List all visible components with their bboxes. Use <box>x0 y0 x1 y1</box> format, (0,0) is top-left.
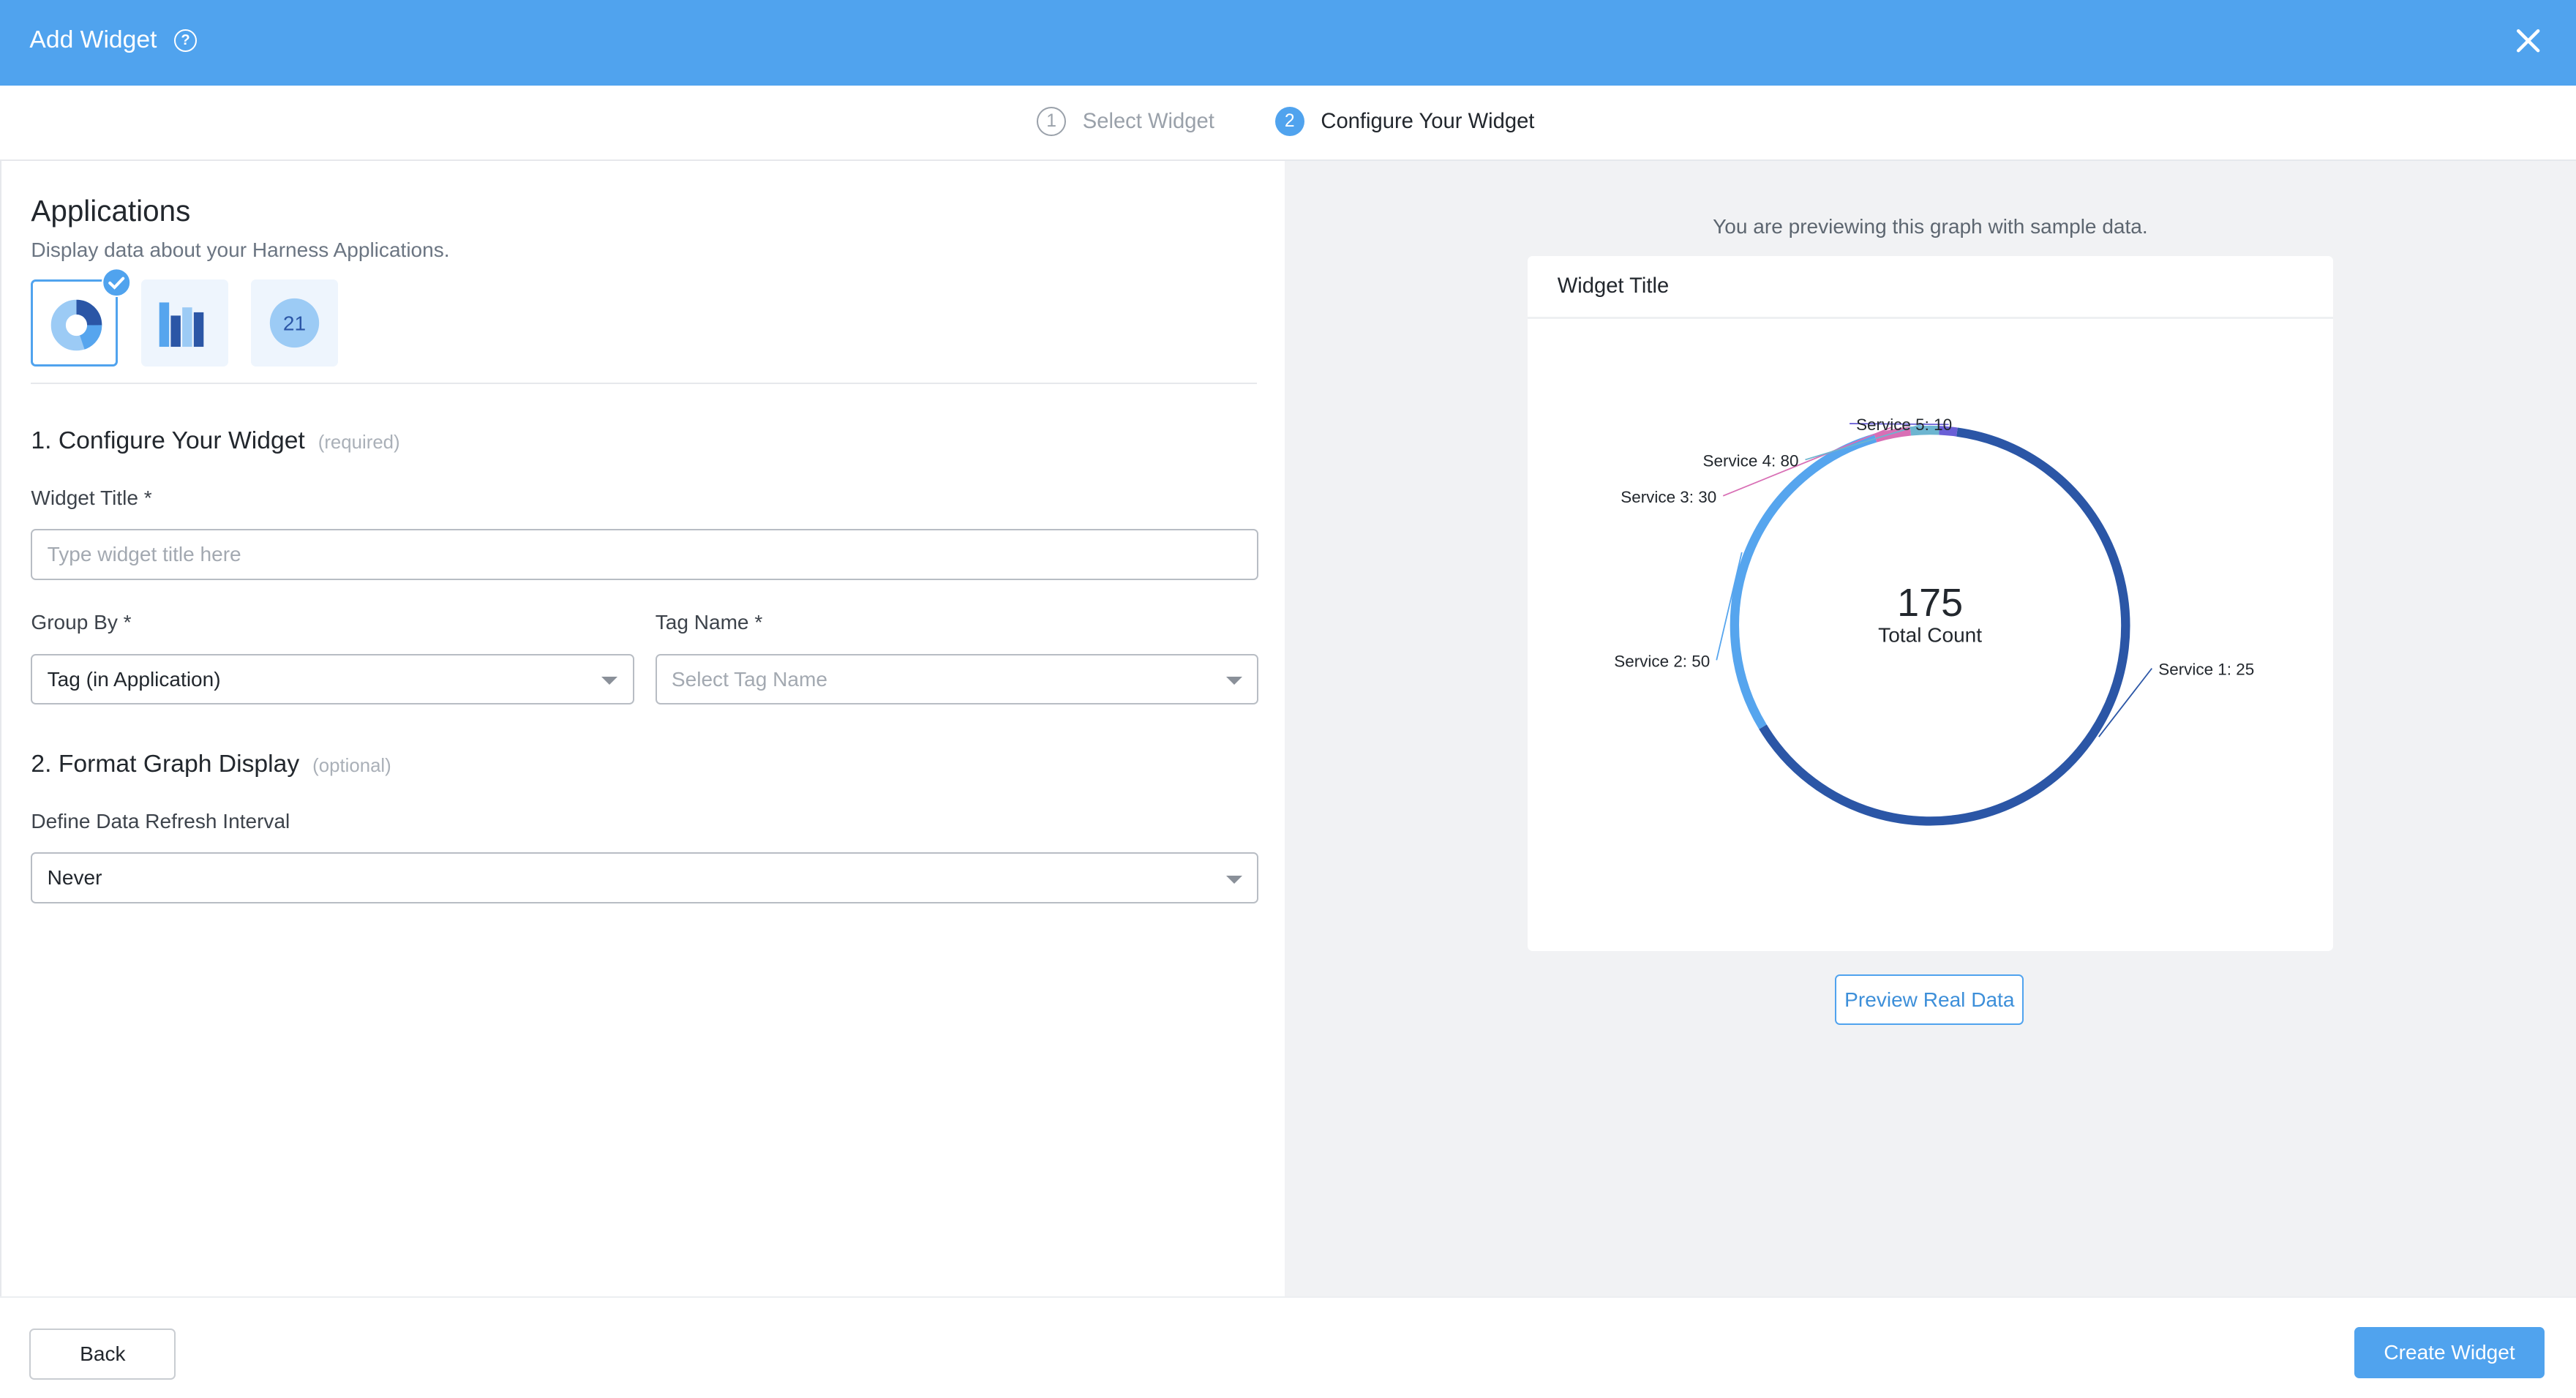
widget-title-label: Widget Title * <box>31 486 152 509</box>
back-button[interactable]: Back <box>29 1329 176 1380</box>
widget-preview-card: Widget Title Service 1: 25 Service 2: 50 S… <box>1528 256 2333 952</box>
slice-label: Service 1: 25 <box>2159 661 2255 679</box>
configure-heading: 1. Configure Your Widget (required) <box>31 426 400 454</box>
slice-label: Service 3: 30 <box>1621 488 1717 506</box>
donut-slice[interactable] <box>1730 434 1877 730</box>
create-widget-button[interactable]: Create Widget <box>2354 1327 2545 1378</box>
help-icon[interactable]: ? <box>174 29 197 53</box>
wizard-stepper: 1 Select Widget 2 Configure Your Widget <box>0 85 2576 161</box>
total-count-label: Total Count <box>1878 624 1982 647</box>
preview-real-data-button[interactable]: Preview Real Data <box>1835 974 2024 1026</box>
visualization-bar-option[interactable] <box>140 279 228 367</box>
section-description: Display data about your Harness Applicat… <box>31 238 450 261</box>
group-by-select[interactable]: Tag (in Application) <box>31 653 634 705</box>
tag-name-label: Tag Name * <box>655 611 763 634</box>
step-select-widget[interactable]: 1 Select Widget <box>1036 106 1214 137</box>
format-heading: 2. Format Graph Display (optional) <box>31 751 391 778</box>
bar-chart-icon <box>159 302 204 347</box>
required-hint: (required) <box>318 432 400 453</box>
close-icon[interactable] <box>2510 23 2546 59</box>
slice-label: Service 4: 80 <box>1703 452 1799 470</box>
refresh-interval-label: Define Data Refresh Interval <box>31 810 290 833</box>
step-label: Select Widget <box>1082 109 1214 133</box>
group-by-label: Group By * <box>31 611 132 634</box>
tag-name-select[interactable]: Select Tag Name <box>655 653 1258 705</box>
widget-title-input[interactable]: Type widget title here <box>31 529 1258 580</box>
step-label: Configure Your Widget <box>1321 109 1535 133</box>
chevron-down-icon <box>601 676 618 685</box>
divider <box>31 383 1257 385</box>
single-value-icon: 21 <box>270 298 320 347</box>
donut-chart: Service 1: 25 Service 2: 50 Service 3: 30 S… <box>1615 416 2255 826</box>
preview-panel: You are previewing this graph with sampl… <box>1284 161 2576 1296</box>
total-count-value: 175 <box>1897 581 1963 625</box>
dialog-title: Add Widget <box>29 26 157 53</box>
refresh-interval-select[interactable]: Never <box>31 852 1258 903</box>
dialog-footer: Back Create Widget <box>0 1296 2576 1398</box>
preview-note: You are previewing this graph with sampl… <box>1713 215 2148 238</box>
configuration-panel: Applications Display data about your Har… <box>0 161 1286 1296</box>
step-configure-widget[interactable]: 2 Configure Your Widget <box>1274 106 1535 137</box>
visualization-single-value-option[interactable]: 21 <box>251 279 339 367</box>
svg-text:21: 21 <box>283 312 306 334</box>
slice-label: Service 5: 10 <box>1856 416 1952 434</box>
step-number: 2 <box>1274 106 1304 137</box>
slice-label: Service 2: 50 <box>1615 653 1711 671</box>
step-number: 1 <box>1036 106 1067 137</box>
dialog-header: Add Widget ? <box>0 0 2576 86</box>
chevron-down-icon <box>1225 875 1242 884</box>
selected-check-icon <box>101 268 132 298</box>
chevron-down-icon <box>1225 676 1242 685</box>
section-title: Applications <box>31 193 191 228</box>
optional-hint: (optional) <box>312 756 391 777</box>
